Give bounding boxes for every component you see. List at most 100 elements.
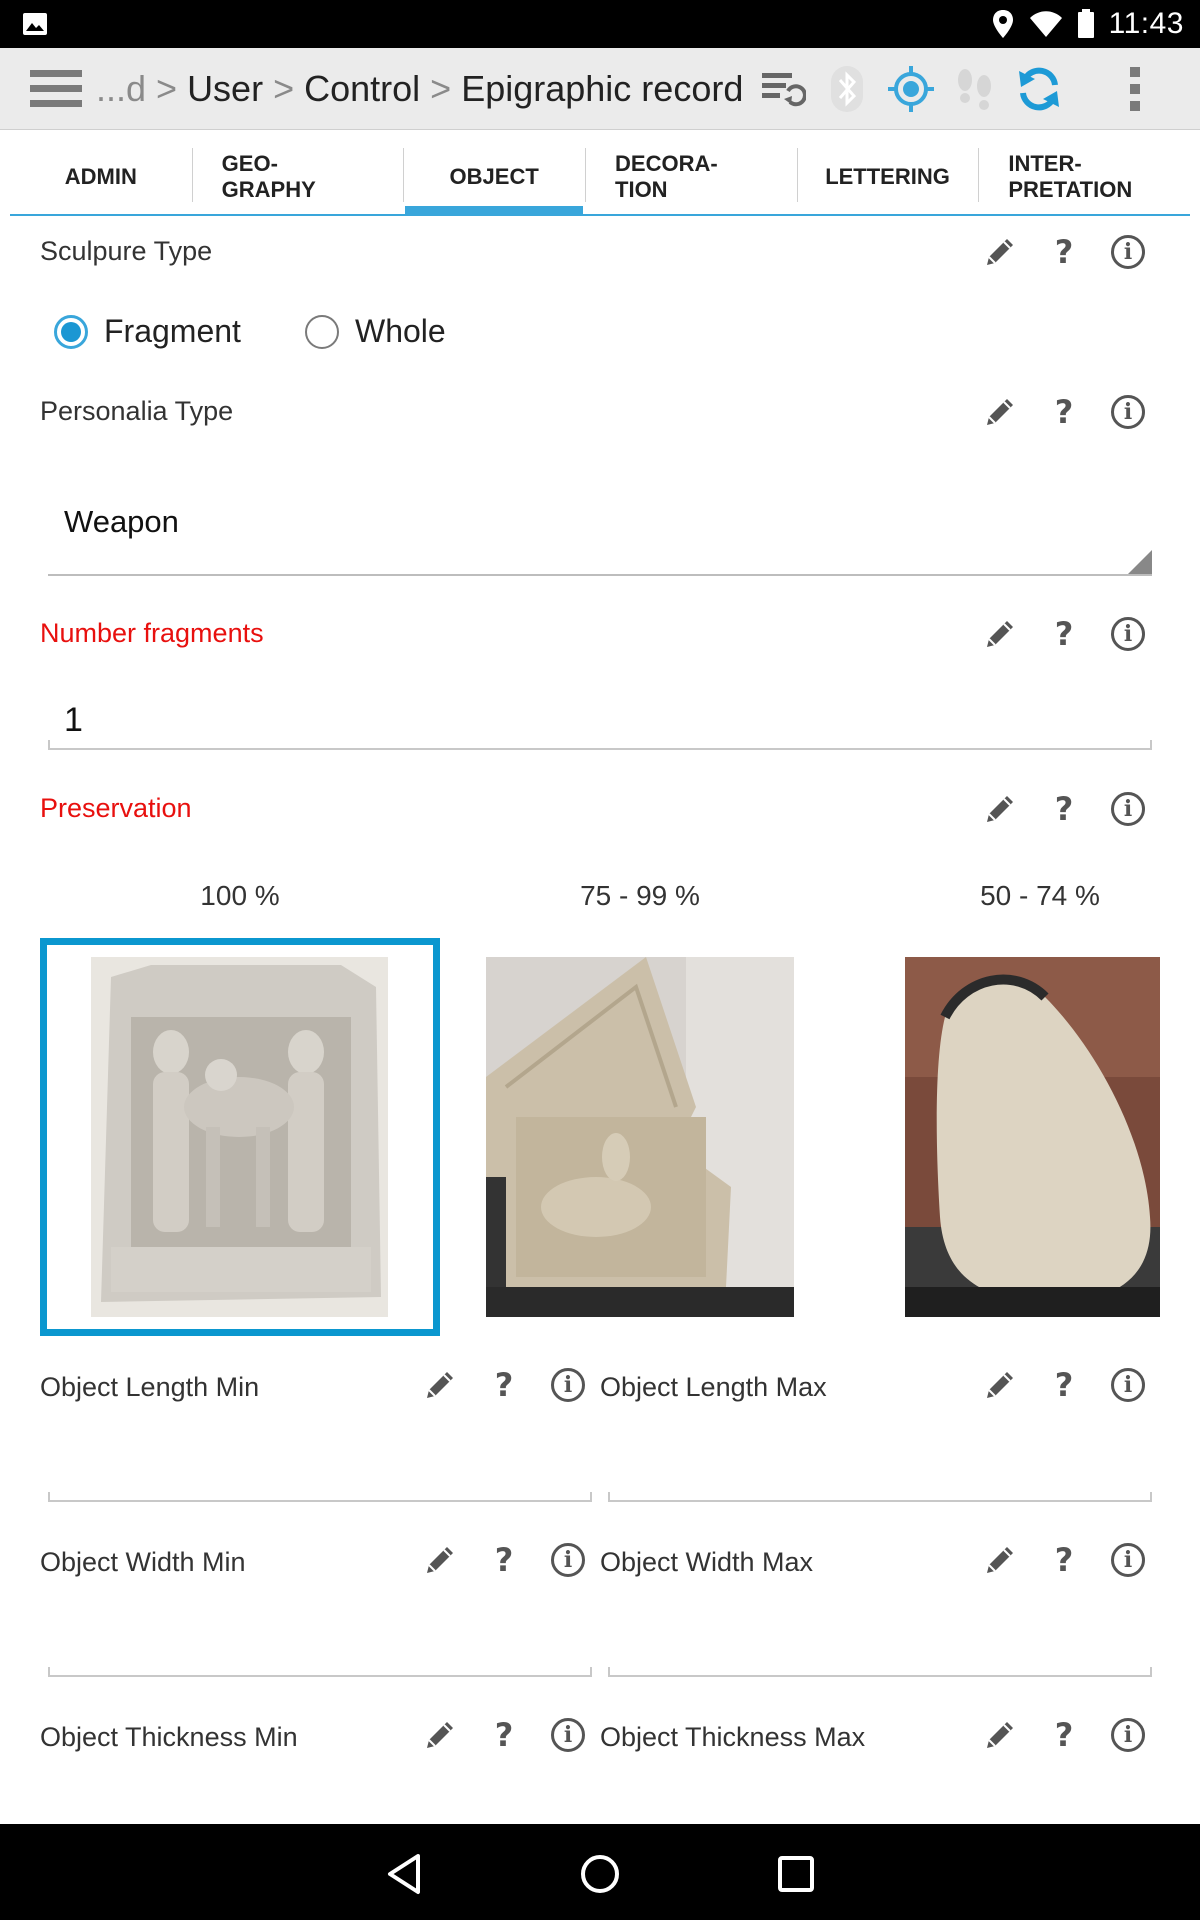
pencil-icon[interactable] [420,1540,460,1580]
number-fragments-input[interactable]: 1 [48,690,1152,750]
field-tools: ? i [980,392,1148,432]
info-icon[interactable]: i [1108,392,1148,432]
pencil-icon[interactable] [980,1540,1020,1580]
footsteps-icon[interactable] [950,64,1000,114]
radio-button[interactable] [305,314,339,349]
info-icon[interactable]: i [1108,789,1148,829]
input-value: 1 [64,701,83,739]
tab-label: INTER- PRETATION [1008,151,1133,202]
recents-icon[interactable] [768,1846,824,1902]
breadcrumb-prefix[interactable]: ...d [96,68,146,110]
object-width-max-label: Object Width Max [600,1547,814,1577]
field-tools: ? i [980,1715,1148,1755]
pencil-icon[interactable] [980,789,1020,829]
preservation-option-label: 50 - 74 % [980,880,1100,911]
object-length-min-label: Object Length Min [40,1372,260,1402]
field-tools: ? i [420,1715,588,1755]
field-tools: ? i [980,1540,1148,1580]
tab-lettering[interactable]: LETTERING [796,140,979,214]
object-thickness-min-label: Object Thickness Min [40,1722,298,1752]
help-icon[interactable]: ? [1044,1715,1084,1755]
info-icon[interactable]: i [1108,1365,1148,1405]
radio-button-checked[interactable] [54,314,88,349]
radio-whole[interactable]: Whole [305,313,446,350]
help-icon[interactable]: ? [484,1715,524,1755]
help-icon[interactable]: ? [484,1365,524,1405]
tab-label: OBJECT [449,164,539,189]
preservation-option-label: 75 - 99 % [580,880,700,911]
status-bar: 11:43 [0,0,1200,48]
clock: 11:43 [1108,7,1184,40]
pencil-icon[interactable] [420,1715,460,1755]
gps-target-icon[interactable] [886,64,936,114]
tab-interpretation[interactable]: INTER- PRETATION [978,140,1190,214]
back-icon[interactable] [376,1846,432,1902]
dropdown-value: Weapon [64,504,179,539]
object-length-max-input[interactable] [608,1442,1152,1502]
info-icon[interactable]: i [1108,1540,1148,1580]
breadcrumb-separator: > [273,68,295,109]
sculpture-type-label: Sculpure Type [40,236,213,266]
pencil-icon[interactable] [980,1365,1020,1405]
pencil-icon[interactable] [980,232,1020,272]
relief-stele-image [91,957,388,1317]
radio-fragment[interactable]: Fragment [54,313,241,350]
home-icon[interactable] [572,1846,628,1902]
image-icon [23,13,47,35]
pencil-icon[interactable] [420,1365,460,1405]
help-icon[interactable]: ? [484,1540,524,1580]
personalia-type-label: Personalia Type [40,396,234,426]
help-icon[interactable]: ? [1044,232,1084,272]
tab-admin[interactable]: ADMIN [10,140,192,214]
sync-list-icon[interactable] [758,64,808,114]
refresh-icon[interactable] [1014,64,1064,114]
breadcrumb-separator: > [430,68,452,109]
breadcrumb-control[interactable]: Control [304,68,420,110]
info-icon[interactable]: i [1108,614,1148,654]
help-icon[interactable]: ? [1044,789,1084,829]
tab-decoration[interactable]: DECORA- TION [585,140,797,214]
help-icon[interactable]: ? [1044,392,1084,432]
personalia-type-dropdown[interactable]: Weapon [48,480,1152,576]
object-length-max-label: Object Length Max [600,1372,827,1402]
object-length-min-input[interactable] [48,1442,592,1502]
info-icon[interactable]: i [548,1540,588,1580]
info-icon[interactable]: i [548,1365,588,1405]
help-icon[interactable]: ? [1044,1540,1084,1580]
info-icon[interactable]: i [1108,232,1148,272]
tab-object[interactable]: OBJECT [403,140,585,214]
radio-label: Whole [355,313,446,349]
breadcrumb-separator: > [156,68,178,109]
pencil-icon[interactable] [980,1715,1020,1755]
bluetooth-icon[interactable] [822,64,872,114]
tab-bar: ADMIN GEO- GRAPHY OBJECT DECORA- TION LE… [10,140,1190,216]
breadcrumb-user[interactable]: User [187,68,263,110]
tab-label: DECORA- TION [615,151,718,202]
menu-icon[interactable] [30,68,82,110]
object-width-min-label: Object Width Min [40,1547,246,1577]
preservation-option-75-99[interactable] [486,957,794,1317]
preservation-option-100[interactable] [91,957,388,1317]
pencil-icon[interactable] [980,614,1020,654]
overflow-menu-icon[interactable] [1110,64,1160,114]
help-icon[interactable]: ? [1044,614,1084,654]
object-width-min-input[interactable] [48,1617,592,1677]
breadcrumb-epigraphic-record: Epigraphic record [461,68,744,109]
field-tools: ? i [980,232,1148,272]
column-fragment-image [905,957,1160,1317]
tab-label: GEO- GRAPHY [221,151,316,202]
breadcrumb: ...d > User > Control > Epigraphic recor… [96,48,743,130]
preservation-option-50-74[interactable] [905,957,1160,1317]
help-icon[interactable]: ? [1044,1365,1084,1405]
object-width-max-input[interactable] [608,1617,1152,1677]
field-tools: ? i [420,1540,588,1580]
field-tools: ? i [980,614,1148,654]
pencil-icon[interactable] [980,392,1020,432]
field-tools: ? i [980,1365,1148,1405]
info-icon[interactable]: i [548,1715,588,1755]
tab-geography[interactable]: GEO- GRAPHY [191,140,404,214]
info-icon[interactable]: i [1108,1715,1148,1755]
object-thickness-max-label: Object Thickness Max [600,1722,866,1752]
wifi-icon [1029,11,1062,37]
radio-label: Fragment [104,313,241,349]
